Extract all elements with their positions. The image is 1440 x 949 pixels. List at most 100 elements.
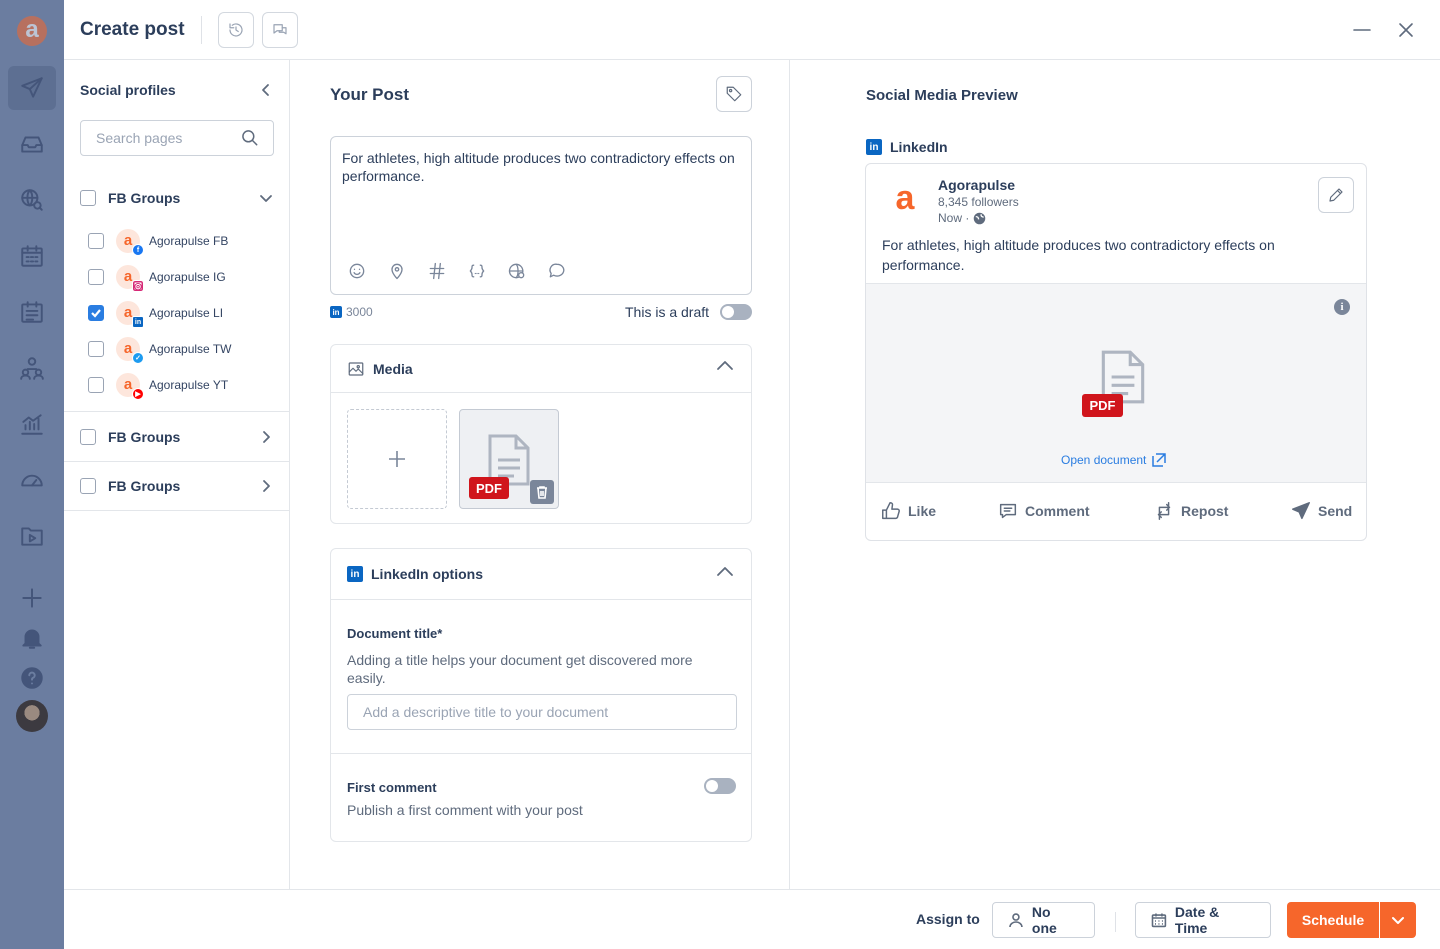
variables-button[interactable] (467, 261, 487, 281)
chevron-right-icon (263, 430, 270, 443)
pdf-attachment[interactable]: PDF (459, 409, 559, 509)
collapse-panel-button[interactable] (258, 82, 274, 98)
assignee-button[interactable]: No one (992, 902, 1095, 938)
nav-list[interactable] (0, 290, 64, 334)
external-link-icon (1152, 453, 1167, 467)
nav-notifications[interactable] (0, 616, 64, 660)
repost-icon (1157, 502, 1171, 520)
profile-avatar: a ◎ (116, 265, 144, 292)
chevron-right-icon (263, 480, 270, 492)
document-title-input[interactable] (347, 694, 737, 730)
hashtag-button[interactable] (427, 261, 447, 281)
trash-icon (537, 486, 547, 499)
first-comment-toggle[interactable] (704, 778, 736, 794)
group-checkbox[interactable] (80, 478, 96, 494)
media-header[interactable]: Media (331, 345, 751, 393)
top-bar: Create post (64, 0, 1440, 60)
profile-checkbox[interactable] (88, 233, 104, 249)
schedule-button[interactable]: Schedule (1287, 902, 1379, 938)
profile-item[interactable]: a ▶ Agorapulse YT (88, 371, 278, 400)
first-comment-help: Publish a first comment with your post (347, 802, 583, 818)
repost-label: Repost (1181, 503, 1229, 519)
nav-listening[interactable] (0, 178, 64, 222)
group-checkbox[interactable] (80, 190, 96, 206)
comment-button[interactable] (547, 261, 567, 281)
tag-button[interactable] (716, 76, 752, 112)
post-editor-panel: Your Post For athletes, high altitude pr… (290, 60, 790, 889)
media-title: Media (373, 360, 413, 377)
globe-icon (974, 212, 986, 224)
nav-team[interactable] (0, 346, 64, 390)
nav-calendar[interactable] (0, 234, 64, 278)
post-text[interactable]: For athletes, high altitude produces two… (342, 149, 742, 185)
tag-icon (726, 86, 742, 102)
emoji-button[interactable] (347, 261, 367, 281)
location-button[interactable] (387, 261, 407, 281)
globe-search-icon (21, 189, 43, 211)
info-icon[interactable]: i (1334, 299, 1350, 315)
draft-label: This is a draft (625, 304, 710, 320)
open-document-label: Open document (1061, 453, 1147, 467)
nav-reports[interactable] (0, 402, 64, 446)
close-button[interactable] (1394, 18, 1418, 42)
follower-count: 8,345 followers (938, 195, 1019, 209)
bar-chart-icon (21, 414, 43, 435)
like-label: Like (908, 503, 937, 519)
linkedin-icon: in (866, 139, 882, 155)
user-avatar[interactable] (16, 700, 48, 732)
user-icon (1009, 913, 1023, 928)
profile-checkbox[interactable] (88, 269, 104, 285)
profile-checkbox[interactable] (88, 341, 104, 357)
linkedin-options-header[interactable]: in LinkedIn options (331, 549, 751, 600)
comment-bubble-icon (549, 263, 565, 278)
open-document-link[interactable]: Open document (1061, 452, 1167, 468)
nav-dashboard[interactable] (0, 458, 64, 502)
chevron-down-icon (1392, 917, 1404, 924)
comment-action: Comment (997, 500, 1090, 522)
collapse-options-button[interactable] (715, 562, 735, 587)
post-text-editor[interactable]: For athletes, high altitude produces two… (330, 136, 752, 295)
divider (331, 753, 751, 754)
language-button[interactable] (507, 261, 527, 281)
profile-item[interactable]: af Agorapulse FB (88, 227, 278, 256)
group-row[interactable]: FB Groups (64, 411, 290, 461)
nav-publish[interactable] (8, 66, 56, 110)
nav-inbox[interactable] (0, 122, 64, 166)
schedule-options-button[interactable] (1380, 902, 1416, 938)
group-checkbox[interactable] (80, 428, 96, 445)
nav-library[interactable] (0, 514, 64, 558)
collapse-media-button[interactable] (715, 356, 735, 381)
nav-help[interactable] (0, 656, 64, 700)
delete-attachment-button[interactable] (530, 480, 554, 504)
profile-avatar: af (116, 229, 144, 256)
document-preview: i PDF Open document (866, 283, 1366, 483)
expand-toggle[interactable] (258, 190, 274, 206)
group-row[interactable]: FB Groups (64, 461, 290, 511)
profile-label: Agorapulse LI (149, 306, 224, 320)
paper-plane-icon (21, 77, 43, 98)
profile-item[interactable]: a in Agorapulse LI (88, 299, 278, 328)
draft-toggle[interactable] (720, 304, 752, 320)
linkedin-icon: in (347, 566, 363, 582)
preview-actions: Like Comment Repost Send (866, 484, 1366, 540)
add-media-button[interactable] (347, 409, 447, 509)
date-time-button[interactable]: Date & Time (1135, 902, 1271, 938)
nav-add[interactable] (0, 576, 64, 620)
profile-checkbox[interactable] (88, 305, 104, 321)
profile-item[interactable]: a ◎ Agorapulse IG (88, 263, 278, 292)
bell-icon (22, 629, 42, 649)
minimize-button[interactable] (1350, 18, 1374, 42)
assignee-label: No one (1031, 904, 1057, 936)
emoji-icon (349, 263, 365, 279)
plus-icon (22, 588, 42, 608)
expand-toggle[interactable] (258, 478, 274, 494)
chevron-down-icon (260, 195, 272, 202)
edit-preview-button[interactable] (1318, 177, 1354, 213)
comments-button[interactable] (261, 11, 298, 48)
app-logo[interactable]: a (17, 16, 47, 46)
group-row[interactable]: FB Groups (64, 173, 290, 223)
history-button[interactable] (217, 11, 254, 48)
profile-checkbox[interactable] (88, 377, 104, 393)
profile-item[interactable]: a ✓ Agorapulse TW (88, 335, 278, 364)
expand-toggle[interactable] (258, 429, 274, 445)
